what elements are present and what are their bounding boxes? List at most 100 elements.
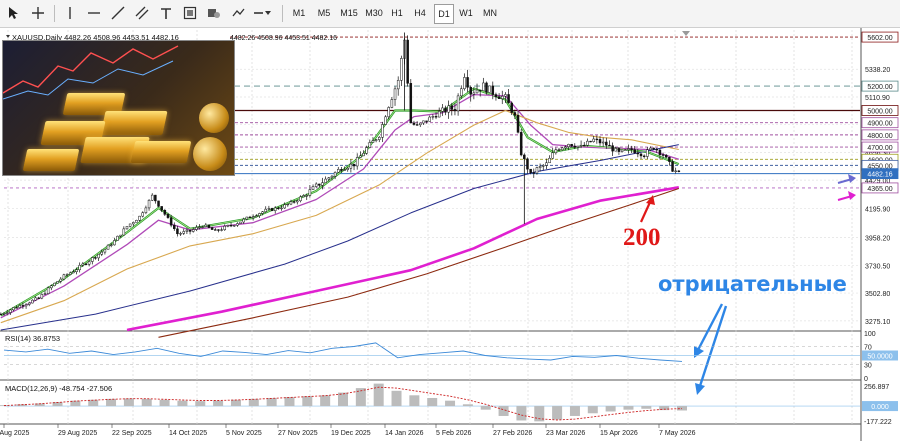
candle-body <box>195 227 198 230</box>
candle-body <box>396 80 400 90</box>
channel-icon[interactable] <box>132 3 152 23</box>
timeframe-h4[interactable]: H4 <box>411 4 429 22</box>
candle-body <box>627 148 630 150</box>
y-tick-label: 5338.20 <box>865 67 890 74</box>
timeframe-h1[interactable]: H1 <box>388 4 406 22</box>
candle-body <box>15 307 18 309</box>
candle-body <box>362 153 365 157</box>
horizontal-line-icon[interactable] <box>84 3 104 23</box>
candle-body <box>460 88 463 97</box>
candle-body <box>87 261 91 265</box>
price-level-label: 4365.00 <box>867 186 892 193</box>
candle-body <box>551 152 554 159</box>
more-tools-icon[interactable] <box>228 3 248 23</box>
shapes-icon[interactable] <box>204 3 224 23</box>
candle-body <box>601 141 605 144</box>
candle-body <box>664 154 668 158</box>
timeframe-m15[interactable]: M15 <box>338 4 360 22</box>
rsi-label: RSI(14) 36.8753 <box>5 334 60 343</box>
timeframe-w1[interactable]: W1 <box>457 4 475 22</box>
line-style-icon[interactable] <box>252 3 272 23</box>
candle-body <box>173 224 176 230</box>
trend-line-icon[interactable] <box>108 3 128 23</box>
candle-body <box>491 85 495 95</box>
candle-body <box>573 145 577 148</box>
candle-body <box>188 229 192 232</box>
candle-body <box>62 274 66 280</box>
candle-body <box>46 287 50 294</box>
candle-body <box>226 224 230 227</box>
crosshair-icon[interactable] <box>28 3 48 23</box>
candle-body <box>163 209 167 215</box>
candle-body <box>674 170 677 172</box>
candle-body <box>18 305 22 308</box>
macd-label: MACD(12,26,9) -48.754 -27.506 <box>5 384 112 393</box>
timeframe-m1[interactable]: M1 <box>290 4 308 22</box>
candle-body <box>456 95 460 112</box>
candle-body <box>147 199 151 209</box>
candle-body <box>623 149 627 151</box>
candle-body <box>113 240 116 246</box>
candle-body <box>21 305 25 307</box>
candle-body <box>636 152 640 155</box>
macd-histogram-bar <box>605 406 616 412</box>
candle-body <box>138 215 141 221</box>
candle-body <box>400 58 403 81</box>
candle-body <box>179 233 182 235</box>
candle-body <box>185 229 189 232</box>
candle-body <box>43 293 47 295</box>
candle-body <box>567 144 570 148</box>
candle-body <box>529 168 532 173</box>
price-level-label: 5000.00 <box>867 108 892 115</box>
x-tick-label: 14 Jan 2026 <box>385 430 424 437</box>
candle-body <box>289 201 293 205</box>
y-tick-label: 3502.80 <box>865 291 890 298</box>
timeframe-m30[interactable]: M30 <box>363 4 385 22</box>
timeframe-m5[interactable]: M5 <box>314 4 334 22</box>
candle-body <box>620 149 624 152</box>
candle-body <box>50 285 53 289</box>
timeframe-mn[interactable]: MN <box>481 4 499 22</box>
rsi-level-label: 50.0000 <box>867 354 892 361</box>
text-icon[interactable] <box>156 3 176 23</box>
candle-body <box>9 309 12 313</box>
macd-histogram-bar <box>462 404 473 407</box>
candle-body <box>488 85 491 93</box>
candle-body <box>390 99 394 108</box>
candle-body <box>308 189 312 196</box>
candle-body <box>655 148 659 151</box>
candle-body <box>453 109 457 112</box>
candle-body <box>321 182 324 186</box>
rectangle-icon[interactable] <box>180 3 200 23</box>
price-level-label: 5200.00 <box>867 84 892 91</box>
candle-body <box>378 137 381 140</box>
candle-body <box>169 217 173 226</box>
candle-body <box>97 254 100 259</box>
macd-histogram-bar <box>409 395 420 407</box>
candle-body <box>482 82 485 91</box>
vertical-line-icon[interactable] <box>60 3 80 23</box>
candle-body <box>27 302 31 305</box>
candle-body <box>365 147 368 154</box>
candle-body <box>658 149 662 155</box>
candle-body <box>5 312 9 314</box>
candle-body <box>340 169 343 171</box>
cursor-icon[interactable] <box>4 3 24 23</box>
negative-annotation: отрицательные <box>658 272 847 296</box>
candle-body <box>381 124 384 138</box>
candle-body <box>24 304 28 307</box>
candle-body <box>611 145 614 152</box>
candle-body <box>671 161 674 172</box>
candle-body <box>608 144 611 147</box>
candle-body <box>333 172 337 177</box>
candle-body <box>428 116 431 122</box>
timeframe-d1[interactable]: D1 <box>434 4 454 24</box>
candle-body <box>668 156 671 162</box>
candle-body <box>128 223 132 227</box>
candle-body <box>135 220 138 223</box>
candle-body <box>504 94 507 97</box>
candle-body <box>406 39 409 84</box>
x-tick-label: 27 Feb 2026 <box>493 430 532 437</box>
candle-body <box>34 297 37 301</box>
candle-body <box>478 89 482 92</box>
